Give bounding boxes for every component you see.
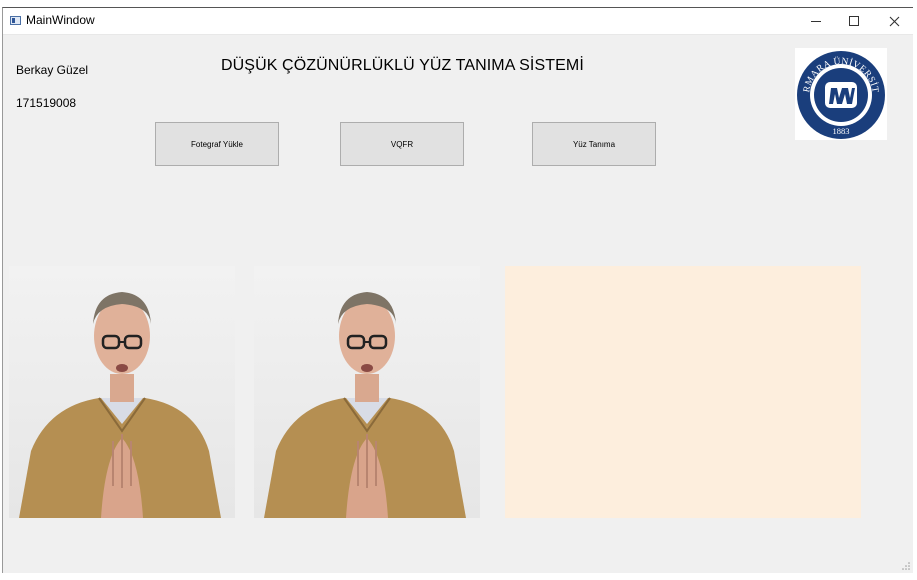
close-icon <box>889 16 899 26</box>
minimize-button[interactable] <box>797 8 835 34</box>
close-button[interactable] <box>875 8 913 34</box>
marmara-logo-icon: MARMARA ÜNİVERSİTESİ 1883 <box>791 39 885 139</box>
window-title: MainWindow <box>26 13 95 27</box>
logo-year: 1883 <box>833 126 850 136</box>
minimize-icon <box>811 20 821 22</box>
upload-photo-button[interactable]: Fotegraf Yükle <box>155 122 279 166</box>
student-name-label: Berkay Güzel <box>16 63 89 77</box>
output-image-panel <box>254 266 480 518</box>
main-window: MainWindow Berkay Güzel 171519008 DÜŞÜK … <box>2 7 913 573</box>
vqfr-button[interactable]: VQFR <box>340 122 464 166</box>
maximize-button[interactable] <box>835 8 873 34</box>
app-window-icon <box>10 16 21 25</box>
output-face-photo <box>264 292 466 518</box>
resize-grip-icon[interactable] <box>901 561 911 571</box>
input-image-panel <box>9 266 235 518</box>
maximize-icon <box>849 16 859 26</box>
input-face-photo <box>19 292 221 518</box>
university-logo: MARMARA ÜNİVERSİTESİ 1883 <box>791 39 887 140</box>
recognition-result-panel <box>505 266 861 518</box>
page-title: DÜŞÜK ÇÖZÜNÜRLÜKLÜ YÜZ TANIMA SİSTEMİ <box>221 57 584 74</box>
student-number-label: 171519008 <box>16 96 77 110</box>
face-recognition-button[interactable]: Yüz Tanıma <box>532 122 656 166</box>
title-bar[interactable]: MainWindow <box>3 8 913 35</box>
